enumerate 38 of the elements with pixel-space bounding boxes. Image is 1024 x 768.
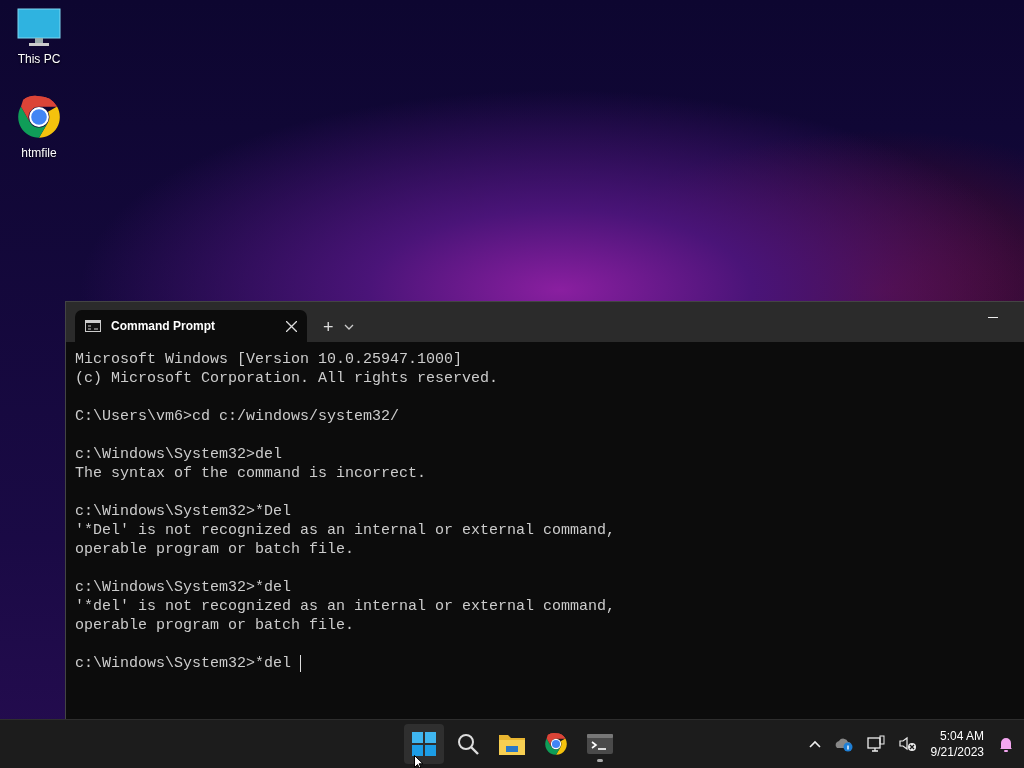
chevron-down-icon[interactable] [343,324,354,330]
console-line: c:\Windows\System32>*Del [75,502,292,521]
chevron-up-icon[interactable] [808,740,821,748]
console-line: c:\Windows\System32>*del [75,578,292,597]
windows-logo-icon[interactable] [412,732,436,756]
desktop-icon-label[interactable]: This PC [17,52,61,66]
clock-date: 9/21/2023 [930,744,984,760]
terminal-icon[interactable] [587,734,613,754]
close-icon[interactable] [286,320,297,332]
speaker-muted-icon[interactable] [898,736,917,752]
console-line: operable program or batch file. [75,616,355,635]
taskbar-app-button[interactable] [404,724,444,764]
desktop-icon-label[interactable]: htmfile [21,146,57,160]
bell-icon[interactable] [998,736,1014,752]
monitor-icon[interactable] [17,8,61,48]
terminal-tab[interactable]: Command Prompt [75,310,307,342]
tab-title: Command Prompt [111,319,216,333]
network-icon[interactable] [866,735,885,753]
search-icon[interactable] [456,732,480,756]
console-line: c:\Windows\System32>*del [75,654,293,673]
minimize-icon[interactable] [988,317,998,319]
console-line: c:\Windows\System32>del [75,445,283,464]
mouse-pointer-icon [414,755,424,768]
console-line: C:\Users\vm6>cd c:/windows/system32/ [75,407,400,426]
text-cursor [300,655,302,672]
chrome-logo-icon[interactable] [543,731,569,757]
console-line: The syntax of the command is incorrect. [75,464,427,483]
console-line: (c) Microsoft Corporation. All rights reserved. [75,369,499,388]
console-line: operable program or batch file. [75,540,355,559]
new-tab-button[interactable]: + [319,317,338,338]
console-line: '*Del' is not recognized as an internal or external command, [75,521,616,540]
console-line: Microsoft Windows [Version 10.0.25947.1000] [75,350,463,369]
cloud-info-icon[interactable] [834,736,853,752]
console-line: '*del' is not recognized as an internal or external command, [75,597,616,616]
command-prompt-icon [85,320,101,332]
clock-time: 5:04 AM [939,728,984,744]
folder-icon[interactable] [499,733,525,755]
clock[interactable]: 5:04 AM 9/21/2023 [930,728,984,760]
